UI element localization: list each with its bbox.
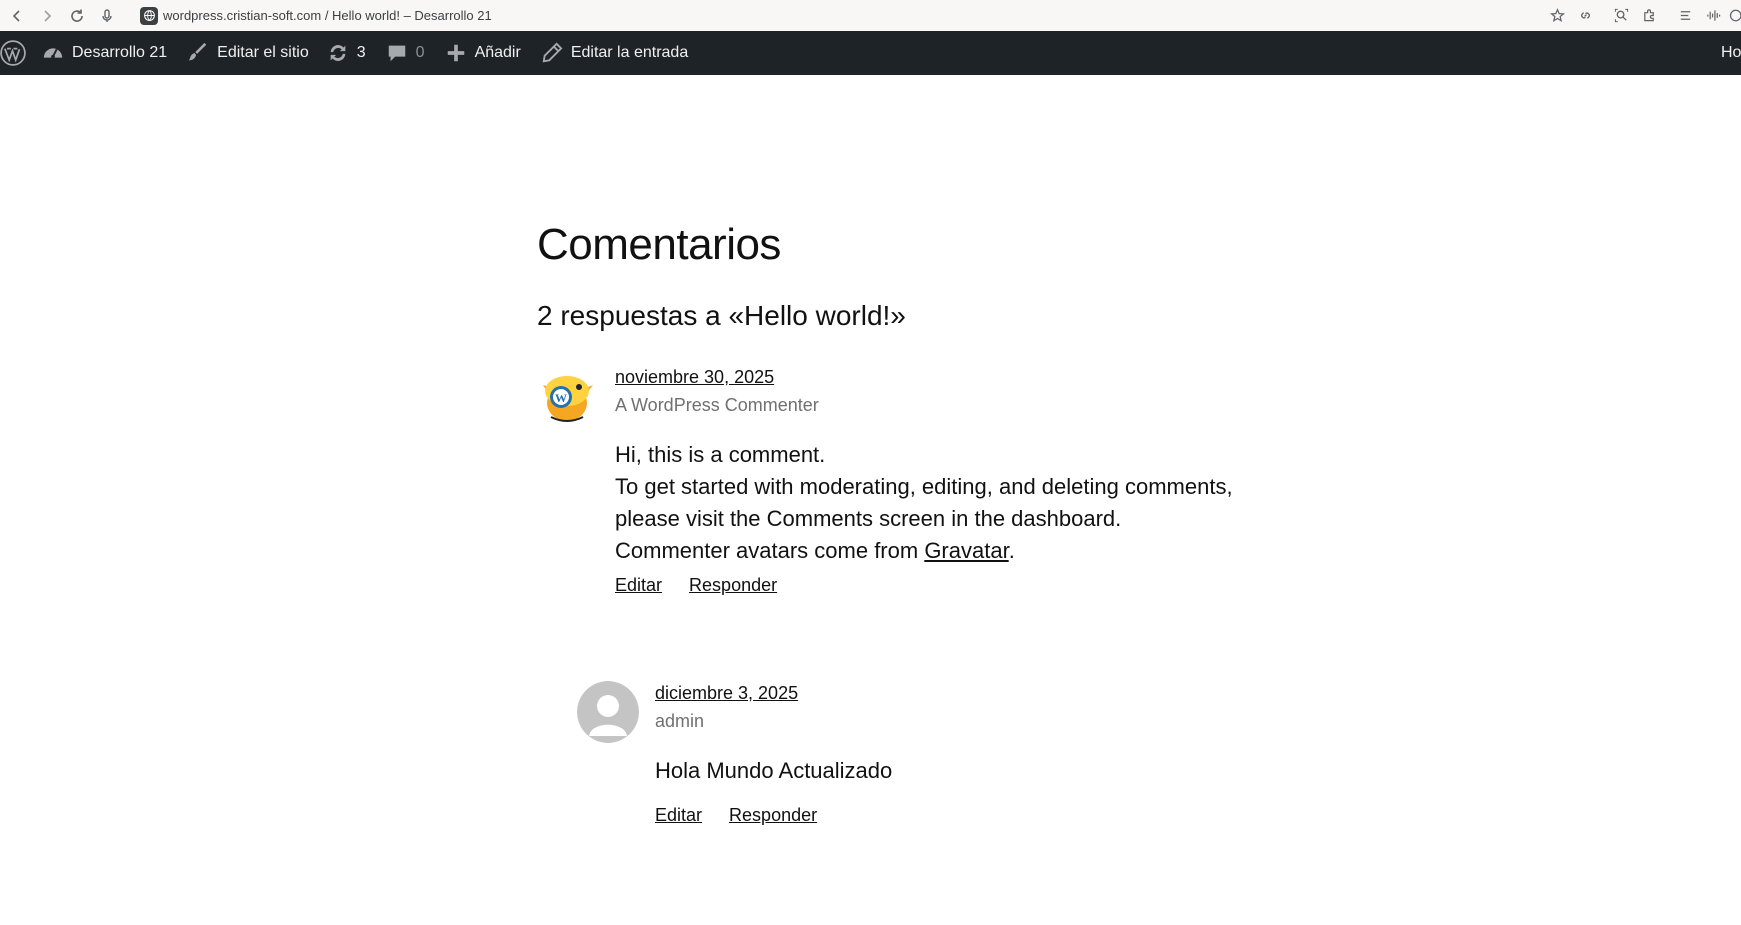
my-account-menu[interactable]: Ho xyxy=(1721,31,1741,75)
link-icon xyxy=(1580,12,1590,19)
bookmark-star-button[interactable] xyxy=(1543,2,1571,30)
voice-search-button[interactable] xyxy=(94,3,120,29)
edit-comment-link[interactable]: Editar xyxy=(655,805,702,825)
share-link-button[interactable] xyxy=(1571,2,1599,30)
wapuu-avatar-icon: W xyxy=(537,365,599,427)
star-icon xyxy=(1549,8,1565,23)
lens-search-icon xyxy=(1614,8,1628,23)
profile-button[interactable] xyxy=(1727,2,1741,30)
site-name-label: Desarrollo 21 xyxy=(72,44,168,61)
pencil-icon xyxy=(542,42,563,63)
reload-icon xyxy=(71,9,83,22)
url-text[interactable]: wordpress.cristian-soft.com / Hello worl… xyxy=(163,8,492,23)
comment-body: Hola Mundo Actualizado xyxy=(655,755,1335,787)
comment-bubble-icon xyxy=(388,45,405,62)
comment-line: Hi, this is a comment. xyxy=(615,442,826,467)
address-bar[interactable]: wordpress.cristian-soft.com / Hello worl… xyxy=(140,6,492,25)
default-avatar-icon xyxy=(577,681,639,743)
site-info-icon[interactable] xyxy=(140,6,158,25)
avatar: W xyxy=(537,365,599,427)
back-arrow-icon xyxy=(12,9,20,22)
edit-comment-link[interactable]: Editar xyxy=(615,575,662,595)
menu-lines-icon xyxy=(1680,11,1690,20)
updates-refresh-icon xyxy=(330,45,346,61)
edit-post-link[interactable]: Editar la entrada xyxy=(531,31,698,75)
reload-button[interactable] xyxy=(64,3,90,29)
gravatar-link[interactable]: Gravatar xyxy=(924,538,1008,563)
svg-text:W: W xyxy=(555,391,567,405)
comment-line: Commenter avatars come from Gravatar. xyxy=(615,535,1295,567)
updates-count: 3 xyxy=(356,44,366,61)
comment-author: admin xyxy=(655,711,705,731)
reply-comment-link[interactable]: Responder xyxy=(689,575,777,595)
site-name-menu[interactable]: Desarrollo 21 xyxy=(28,31,177,75)
browser-toolbar: wordpress.cristian-soft.com / Hello worl… xyxy=(0,0,1741,31)
comments-link[interactable]: 0 xyxy=(376,31,435,75)
comment-line: Hola Mundo Actualizado xyxy=(655,758,893,783)
reading-list-button[interactable] xyxy=(1671,2,1699,30)
forward-arrow-icon xyxy=(44,9,52,22)
comment-text: Commenter avatars come from xyxy=(615,538,925,563)
comment-body: Hi, this is a comment. To get started wi… xyxy=(615,439,1295,567)
wp-admin-bar: Desarrollo 21 Editar el sitio 3 0 Añadir… xyxy=(0,31,1741,75)
add-new-menu[interactable]: Añadir xyxy=(435,31,531,75)
audio-button[interactable] xyxy=(1699,2,1727,30)
comments-count: 0 xyxy=(415,44,425,61)
wp-logo-menu[interactable] xyxy=(0,31,28,75)
responses-title: 2 respuestas a «Hello world!» xyxy=(537,300,906,331)
add-new-label: Añadir xyxy=(474,44,521,61)
sound-wave-icon xyxy=(1706,10,1720,21)
extensions-button[interactable] xyxy=(1635,2,1663,30)
profile-icon xyxy=(1729,9,1741,22)
my-account-label: Ho xyxy=(1721,44,1741,61)
edit-post-label: Editar la entrada xyxy=(570,44,689,61)
wordpress-logo-icon xyxy=(0,40,26,66)
edit-site-label: Editar el sitio xyxy=(217,44,309,61)
brush-icon xyxy=(188,42,207,61)
page-title: Comentarios xyxy=(537,220,781,269)
edit-site-link[interactable]: Editar el sitio xyxy=(177,31,319,75)
comment-author: A WordPress Commenter xyxy=(615,395,819,415)
avatar xyxy=(577,681,639,743)
comment-text: . xyxy=(1008,538,1015,563)
back-button[interactable] xyxy=(4,3,30,29)
comment-date-link[interactable]: noviembre 30, 2025 xyxy=(615,367,774,388)
forward-button[interactable] xyxy=(34,3,60,29)
microphone-icon xyxy=(102,8,112,22)
puzzle-icon xyxy=(1643,9,1654,22)
dashboard-gauge-icon xyxy=(43,48,63,59)
lens-search-button[interactable] xyxy=(1607,2,1635,30)
reply-comment-link[interactable]: Responder xyxy=(729,805,817,825)
comment-actions: Editar Responder xyxy=(655,805,839,826)
plus-icon xyxy=(447,44,464,62)
updates-link[interactable]: 3 xyxy=(319,31,376,75)
comment-line: To get started with moderating, editing,… xyxy=(615,474,1233,531)
comment-date-link[interactable]: diciembre 3, 2025 xyxy=(655,683,798,704)
comment-actions: Editar Responder xyxy=(615,575,799,596)
